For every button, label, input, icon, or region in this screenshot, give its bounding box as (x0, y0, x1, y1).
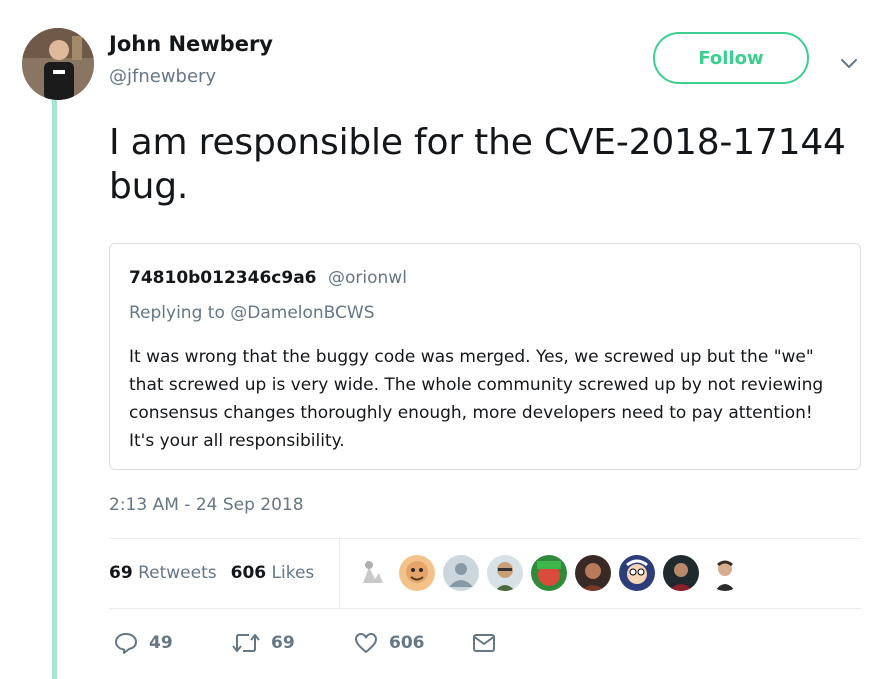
retweet-icon (231, 630, 261, 656)
retweets-stat-count: 69 (109, 563, 133, 583)
liker-avatar[interactable] (531, 555, 567, 591)
liker-avatar[interactable] (443, 555, 479, 591)
like-count: 606 (389, 633, 425, 653)
liker-avatar[interactable] (355, 555, 391, 591)
liker-avatar[interactable] (707, 555, 743, 591)
liker-avatar[interactable] (619, 555, 655, 591)
tweet-timestamp[interactable]: 2:13 AM - 24 Sep 2018 (109, 495, 304, 515)
author-name[interactable]: John Newbery (109, 32, 273, 56)
quoted-author-name: 74810b012346c9a6 (129, 268, 317, 288)
likes-stat[interactable]: 606 Likes (231, 563, 315, 583)
liker-avatar[interactable] (487, 555, 523, 591)
tweet-stats: 69 Retweets 606 Likes (109, 563, 314, 583)
reply-count: 49 (149, 633, 173, 653)
author-avatar[interactable] (22, 28, 94, 100)
retweets-stat-label: Retweets (138, 563, 217, 583)
chevron-down-icon[interactable] (838, 52, 860, 74)
quoted-author-handle: @orionwl (328, 268, 407, 288)
reply-icon (113, 630, 139, 656)
quoted-replying-to: Replying to @DamelonBCWS (129, 303, 375, 323)
retweet-count: 69 (271, 633, 295, 653)
retweets-stat[interactable]: 69 Retweets (109, 563, 217, 583)
liker-avatar[interactable] (575, 555, 611, 591)
likes-stat-count: 606 (230, 563, 267, 583)
retweet-button[interactable]: 69 (231, 630, 295, 656)
author-handle[interactable]: @jfnewbery (109, 66, 216, 87)
reply-button[interactable]: 49 (113, 630, 173, 656)
quoted-tweet-text: It was wrong that the buggy code was mer… (129, 347, 824, 451)
likers-avatars (355, 555, 743, 591)
stats-separator (339, 539, 340, 608)
like-button[interactable]: 606 (353, 630, 425, 656)
tweet-text: I am responsible for the CVE-2018-17144 … (109, 122, 846, 207)
divider-bottom (109, 608, 861, 609)
quoted-tweet[interactable]: 74810b012346c9a6 @orionwl Replying to @D… (109, 243, 861, 470)
follow-button[interactable]: Follow (653, 32, 809, 84)
heart-icon (353, 630, 379, 656)
liker-avatar[interactable] (663, 555, 699, 591)
mail-icon (471, 630, 497, 656)
liker-avatar[interactable] (399, 555, 435, 591)
likes-stat-label: Likes (271, 563, 315, 583)
thread-line (52, 96, 57, 679)
divider-top (109, 538, 861, 539)
direct-message-button[interactable] (471, 630, 497, 656)
